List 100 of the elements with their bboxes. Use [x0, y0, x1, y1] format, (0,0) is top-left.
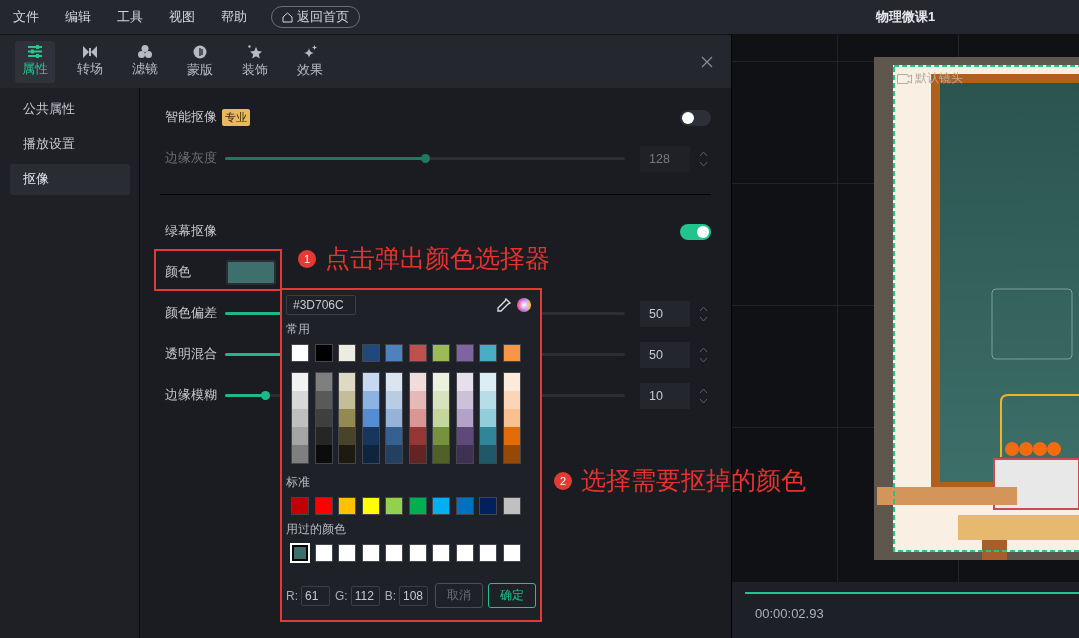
color-swatch[interactable] [456, 427, 473, 445]
color-swatch[interactable] [433, 373, 449, 391]
color-swatch[interactable] [315, 373, 332, 391]
color-swatch[interactable] [479, 497, 497, 515]
tab[interactable]: 滤镜 [125, 40, 165, 83]
color-swatch[interactable] [386, 409, 402, 427]
menu-item[interactable]: 帮助 [221, 8, 247, 26]
color-swatch[interactable] [479, 344, 497, 362]
sidebar-item[interactable]: 抠像 [10, 164, 130, 195]
color-swatch[interactable] [455, 544, 474, 562]
menu-item[interactable]: 编辑 [65, 8, 91, 26]
color-swatch[interactable] [362, 427, 379, 445]
color-swatch[interactable] [480, 409, 496, 427]
menu-item[interactable]: 文件 [13, 8, 39, 26]
color-swatch[interactable] [503, 445, 520, 463]
color-swatch-button[interactable] [226, 260, 276, 285]
color-swatch[interactable] [456, 409, 473, 427]
color-swatch[interactable] [502, 344, 521, 362]
color-swatch[interactable] [409, 445, 426, 463]
tab[interactable]: 属性 [15, 40, 55, 83]
color-swatch[interactable] [433, 409, 449, 427]
color-swatch[interactable] [338, 497, 356, 515]
color-swatch[interactable] [386, 391, 402, 409]
color-swatch[interactable] [292, 427, 308, 445]
color-swatch[interactable] [339, 409, 355, 427]
color-swatch[interactable] [409, 373, 426, 391]
rgb-field[interactable]: 108 [399, 585, 428, 606]
color-swatch[interactable] [503, 373, 520, 391]
color-swatch[interactable] [503, 409, 520, 427]
color-swatch[interactable] [432, 344, 450, 362]
color-swatch[interactable] [315, 409, 332, 427]
color-swatch[interactable] [339, 445, 355, 463]
color-wheel-icon[interactable] [517, 298, 531, 312]
color-swatch[interactable] [362, 391, 379, 409]
toggle-switch[interactable] [680, 223, 711, 240]
tab[interactable]: 蒙版 [180, 40, 220, 83]
color-swatch[interactable] [315, 445, 332, 463]
color-swatch[interactable] [314, 497, 333, 515]
color-swatch[interactable] [291, 544, 309, 562]
color-swatch[interactable] [385, 544, 403, 562]
color-swatch[interactable] [362, 409, 379, 427]
rgb-field[interactable]: 112 [350, 585, 380, 606]
color-swatch[interactable] [362, 445, 379, 463]
color-swatch[interactable] [292, 445, 308, 463]
color-swatch[interactable] [455, 497, 474, 515]
color-swatch[interactable] [291, 497, 309, 515]
color-swatch[interactable] [455, 344, 474, 362]
tab[interactable]: 转场 [70, 40, 110, 83]
color-swatch[interactable] [408, 344, 427, 362]
color-swatch[interactable] [503, 427, 520, 445]
color-swatch[interactable] [502, 544, 521, 562]
color-swatch[interactable] [292, 391, 308, 409]
tab[interactable]: 装饰 [235, 40, 275, 83]
color-swatch[interactable] [361, 344, 380, 362]
sidebar-item[interactable]: 播放设置 [10, 129, 130, 160]
color-swatch[interactable] [479, 544, 497, 562]
confirm-button[interactable]: 确定 [488, 583, 536, 608]
color-swatch[interactable] [408, 544, 427, 562]
color-swatch[interactable] [480, 427, 496, 445]
color-swatch[interactable] [386, 445, 402, 463]
number-field[interactable]: 10 [640, 382, 690, 409]
color-swatch[interactable] [339, 427, 355, 445]
eyedropper-icon[interactable] [497, 298, 511, 312]
slider-thumb[interactable] [260, 391, 270, 400]
color-swatch[interactable] [480, 373, 496, 391]
color-swatch[interactable] [503, 391, 520, 409]
color-swatch[interactable] [480, 445, 496, 463]
color-swatch[interactable] [409, 391, 426, 409]
hex-field[interactable]: #3D706C [286, 295, 356, 315]
color-swatch[interactable] [480, 391, 496, 409]
color-swatch[interactable] [386, 427, 402, 445]
color-swatch[interactable] [362, 373, 379, 391]
color-swatch[interactable] [433, 391, 449, 409]
color-swatch[interactable] [385, 344, 403, 362]
color-swatch[interactable] [386, 373, 402, 391]
color-swatch[interactable] [314, 544, 333, 562]
close-icon[interactable] [701, 55, 713, 68]
color-swatch[interactable] [385, 497, 403, 515]
color-swatch[interactable] [409, 409, 426, 427]
color-swatch[interactable] [338, 544, 356, 562]
menu-item[interactable]: 视图 [169, 8, 195, 26]
tab[interactable]: 效果 [290, 40, 330, 83]
color-swatch[interactable] [433, 427, 449, 445]
color-swatch[interactable] [432, 497, 450, 515]
color-swatch[interactable] [408, 497, 427, 515]
color-swatch[interactable] [339, 373, 355, 391]
color-swatch[interactable] [456, 445, 473, 463]
number-field[interactable]: 50 [640, 341, 690, 368]
color-swatch[interactable] [339, 391, 355, 409]
menu-item[interactable]: 工具 [117, 8, 143, 26]
color-swatch[interactable] [292, 373, 308, 391]
color-swatch[interactable] [361, 497, 380, 515]
color-swatch[interactable] [409, 427, 426, 445]
color-swatch[interactable] [315, 391, 332, 409]
color-swatch[interactable] [361, 544, 380, 562]
number-field[interactable]: 50 [640, 300, 690, 327]
color-swatch[interactable] [291, 344, 309, 362]
color-swatch[interactable] [456, 373, 473, 391]
color-swatch[interactable] [338, 344, 356, 362]
toggle-switch[interactable] [680, 109, 711, 126]
